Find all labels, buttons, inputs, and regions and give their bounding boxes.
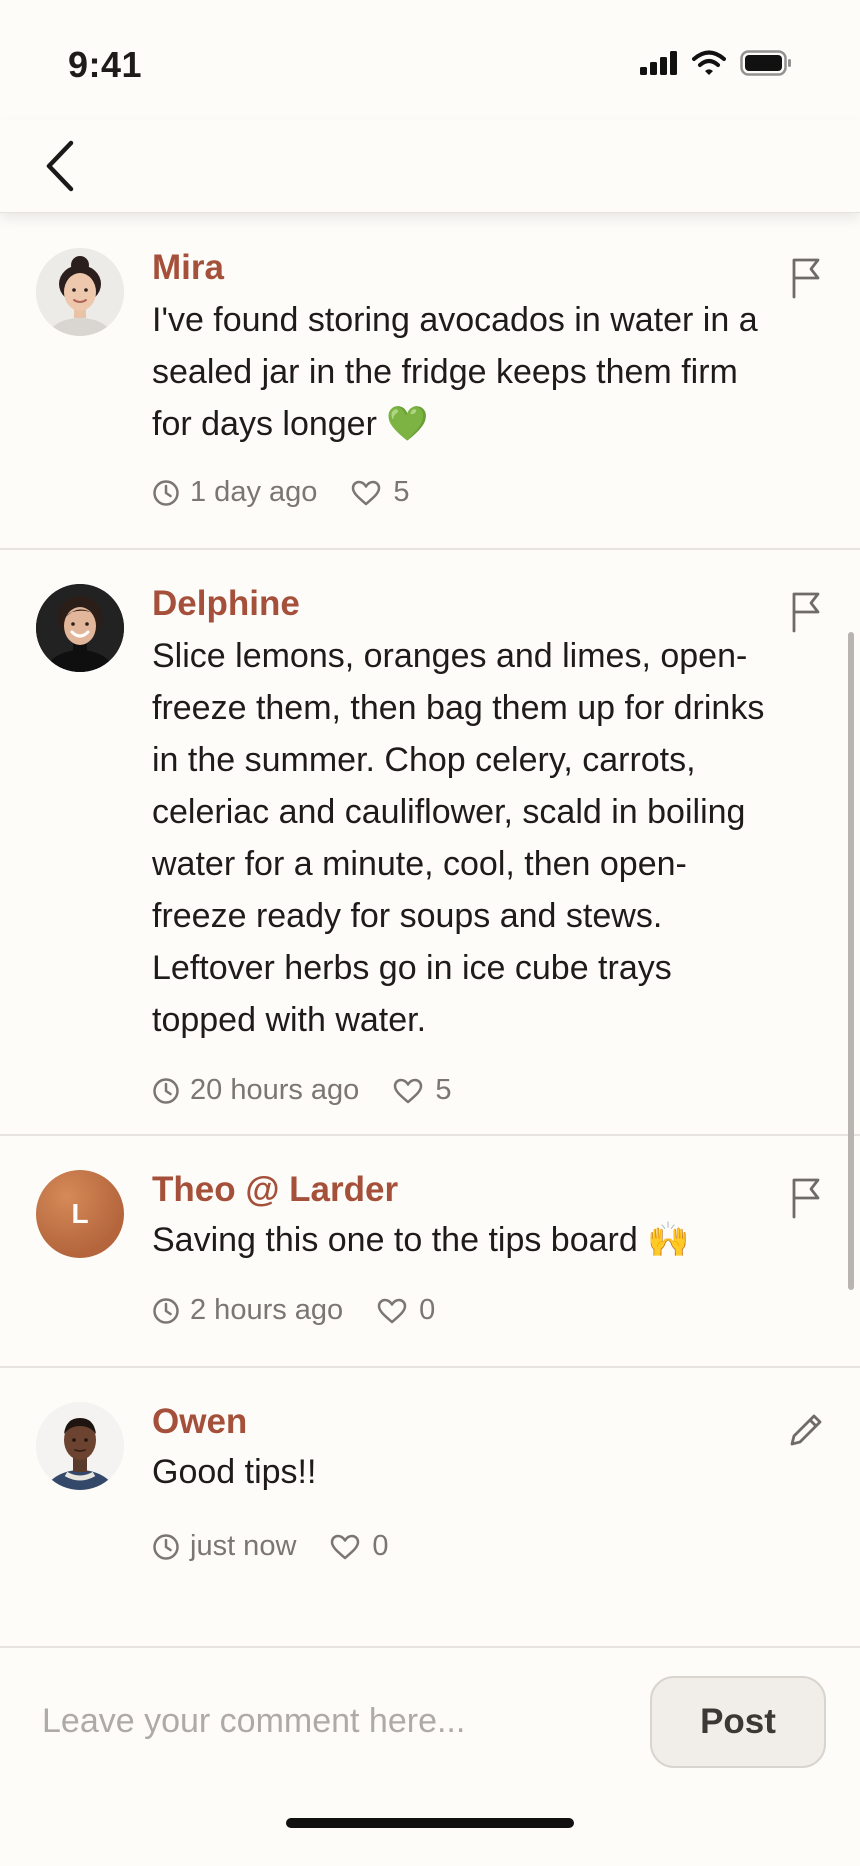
comment-item: Owen Good tips!! just now 0 bbox=[0, 1366, 860, 1636]
comment-text: I've found storing avocados in water in … bbox=[152, 301, 758, 443]
comment-list[interactable]: Mira I've found storing avocados in wate… bbox=[0, 214, 860, 1646]
flag-button[interactable] bbox=[782, 1174, 830, 1222]
comment-meta: 1 day ago 5 bbox=[152, 476, 410, 509]
like-button[interactable]: 5 bbox=[351, 476, 410, 509]
like-count: 0 bbox=[419, 1294, 436, 1326]
comment-time: just now bbox=[152, 1530, 296, 1563]
comment-author[interactable]: Delphine bbox=[152, 584, 300, 624]
heart-icon bbox=[377, 1298, 407, 1323]
comment-time-label: 2 hours ago bbox=[190, 1294, 344, 1326]
comment-meta: 20 hours ago 5 bbox=[152, 1074, 451, 1107]
like-count: 0 bbox=[372, 1530, 389, 1562]
comment-text: Good tips!! bbox=[152, 1453, 317, 1491]
comment-time: 20 hours ago bbox=[152, 1074, 359, 1107]
comment-meta: 2 hours ago 0 bbox=[152, 1294, 435, 1327]
clock-icon bbox=[153, 1297, 179, 1324]
back-button[interactable] bbox=[24, 130, 96, 202]
post-button[interactable]: Post bbox=[650, 1676, 826, 1768]
comment-author[interactable]: Mira bbox=[152, 248, 224, 288]
pencil-icon bbox=[790, 1414, 822, 1446]
comment-author[interactable]: Owen bbox=[152, 1402, 247, 1442]
avatar-initial: L bbox=[71, 1198, 89, 1229]
avatar[interactable] bbox=[36, 584, 124, 672]
status-time: 9:41 bbox=[68, 44, 143, 85]
comment-time-label: 1 day ago bbox=[190, 476, 318, 508]
avatar[interactable]: L bbox=[36, 1170, 124, 1258]
comment-meta: just now 0 bbox=[152, 1530, 389, 1563]
clock-icon bbox=[153, 479, 179, 506]
like-button[interactable]: 0 bbox=[377, 1294, 435, 1327]
cellular-signal-icon bbox=[640, 51, 678, 80]
comment-time: 2 hours ago bbox=[152, 1294, 343, 1327]
like-button[interactable]: 0 bbox=[330, 1530, 389, 1563]
flag-icon bbox=[792, 592, 820, 633]
like-button[interactable]: 5 bbox=[393, 1074, 451, 1107]
comment-author[interactable]: Theo @ Larder bbox=[152, 1170, 398, 1210]
status-bar: 9:41 bbox=[0, 0, 860, 120]
like-count: 5 bbox=[393, 476, 410, 508]
comment-item: L Theo @ Larder Saving this one to the t… bbox=[0, 1134, 860, 1368]
avatar[interactable] bbox=[36, 1402, 124, 1490]
clock-icon bbox=[153, 1077, 179, 1104]
battery-icon bbox=[740, 50, 792, 81]
flag-icon bbox=[792, 1178, 820, 1219]
chevron-left-icon bbox=[46, 140, 74, 192]
nav-bar bbox=[0, 120, 860, 213]
comment-time-label: 20 hours ago bbox=[190, 1074, 360, 1106]
comment-item: Delphine Slice lemons, oranges and limes… bbox=[0, 548, 860, 1136]
comment-composer: Post bbox=[0, 1646, 860, 1866]
comment-text: Slice lemons, oranges and limes, open-fr… bbox=[152, 637, 765, 1039]
flag-button[interactable] bbox=[782, 254, 830, 302]
comment-text: Saving this one to the tips board 🙌 bbox=[152, 1221, 690, 1259]
comment-time-label: just now bbox=[190, 1530, 297, 1562]
avatar[interactable] bbox=[36, 248, 124, 336]
wifi-icon bbox=[692, 50, 726, 81]
comment-time: 1 day ago bbox=[152, 476, 317, 509]
comment-input[interactable] bbox=[40, 1692, 604, 1750]
clock-icon bbox=[153, 1533, 179, 1560]
status-icons bbox=[640, 50, 792, 81]
comment-item: Mira I've found storing avocados in wate… bbox=[0, 214, 860, 550]
like-count: 5 bbox=[435, 1074, 452, 1106]
heart-icon bbox=[394, 1078, 423, 1103]
home-indicator bbox=[286, 1818, 574, 1828]
heart-icon bbox=[352, 480, 381, 505]
flag-button[interactable] bbox=[782, 588, 830, 636]
scrollbar[interactable] bbox=[848, 632, 854, 1290]
edit-button[interactable] bbox=[782, 1406, 830, 1454]
heart-icon bbox=[331, 1534, 360, 1559]
flag-icon bbox=[792, 258, 820, 299]
